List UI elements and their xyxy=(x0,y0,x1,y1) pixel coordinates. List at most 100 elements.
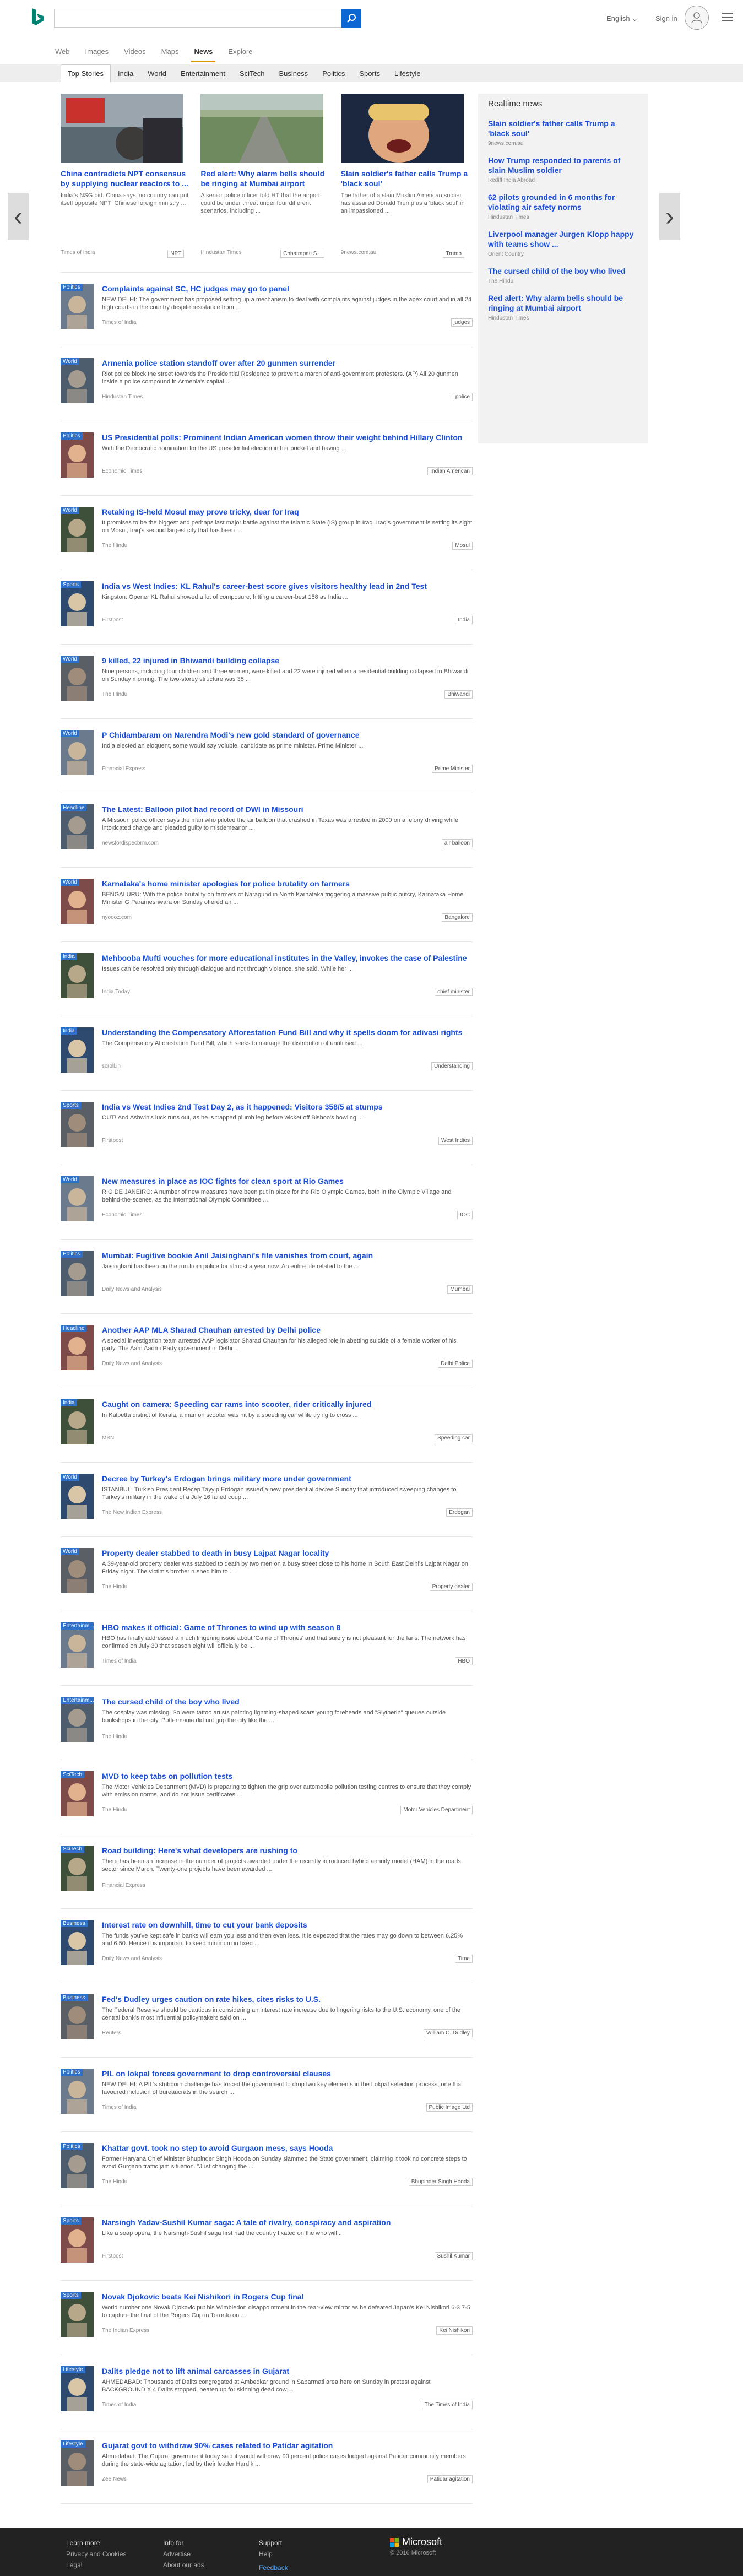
tab-business[interactable]: Business xyxy=(272,64,315,83)
list-item[interactable]: Politics PIL on lokpal forces government… xyxy=(61,2058,473,2132)
scope-images[interactable]: Images xyxy=(85,47,109,58)
item-title[interactable]: Khattar govt. took no step to avoid Gurg… xyxy=(102,2143,473,2153)
item-title[interactable]: Mehbooba Mufti vouches for more educatio… xyxy=(102,953,473,963)
list-item[interactable]: Sports India vs West Indies: KL Rahul's … xyxy=(61,570,473,645)
list-item[interactable]: India Understanding the Compensatory Aff… xyxy=(61,1016,473,1091)
footer-info-for[interactable]: Info for xyxy=(163,2537,204,2548)
list-item[interactable]: Politics Complaints against SC, HC judge… xyxy=(61,273,473,347)
microsoft-logo[interactable]: Microsoft xyxy=(390,2536,442,2548)
item-title[interactable]: Gujarat govt to withdraw 90% cases relat… xyxy=(102,2440,473,2450)
item-title[interactable]: New measures in place as IOC fights for … xyxy=(102,1176,473,1186)
story-title[interactable]: China contradicts NPT consensus by suppl… xyxy=(61,169,192,188)
story-tag[interactable]: Chhatrapati S... xyxy=(280,250,324,258)
list-item[interactable]: SciTech MVD to keep tabs on pollution te… xyxy=(61,1760,473,1834)
item-title[interactable]: Novak Djokovic beats Kei Nishikori in Ro… xyxy=(102,2292,473,2302)
item-title[interactable]: Narsingh Yadav-Sushil Kumar saga: A tale… xyxy=(102,2217,473,2227)
profile-button[interactable] xyxy=(685,6,709,30)
item-tag[interactable]: Prime Minister xyxy=(432,765,473,773)
item-tag[interactable]: Delhi Police xyxy=(438,1360,473,1368)
scope-videos[interactable]: Videos xyxy=(124,47,146,58)
tab-sports[interactable]: Sports xyxy=(352,64,387,83)
bing-logo[interactable] xyxy=(30,8,46,26)
item-title[interactable]: Mumbai: Fugitive bookie Anil Jaisinghani… xyxy=(102,1251,473,1260)
tab-lifestyle[interactable]: Lifestyle xyxy=(387,64,428,83)
realtime-item[interactable]: Slain soldier's father calls Trump a 'bl… xyxy=(488,118,638,147)
list-item[interactable]: World Retaking IS-held Mosul may prove t… xyxy=(61,496,473,570)
realtime-item[interactable]: Red alert: Why alarm bells should be rin… xyxy=(488,293,638,321)
item-title[interactable]: Another AAP MLA Sharad Chauhan arrested … xyxy=(102,1325,473,1335)
item-tag[interactable]: Kei Nishikori xyxy=(436,2326,473,2335)
scope-maps[interactable]: Maps xyxy=(161,47,179,58)
list-item[interactable]: Politics US Presidential polls: Prominen… xyxy=(61,421,473,496)
top-story-card[interactable]: Red alert: Why alarm bells should be rin… xyxy=(200,94,332,272)
item-tag[interactable]: chief minister xyxy=(435,988,473,996)
item-title[interactable]: Decree by Turkey's Erdogan brings milita… xyxy=(102,1474,473,1484)
story-title[interactable]: Slain soldier's father calls Trump a 'bl… xyxy=(341,169,473,188)
tab-top-stories[interactable]: Top Stories xyxy=(61,64,111,83)
item-tag[interactable]: judges xyxy=(451,318,473,327)
item-title[interactable]: Fed's Dudley urges caution on rate hikes… xyxy=(102,1994,473,2004)
tab-entertainment[interactable]: Entertainment xyxy=(173,64,232,83)
footer-about-ads[interactable]: About our ads xyxy=(163,2559,204,2570)
realtime-item[interactable]: 62 pilots grounded in 6 months for viola… xyxy=(488,192,638,220)
list-item[interactable]: Sports India vs West Indies 2nd Test Day… xyxy=(61,1091,473,1165)
list-item[interactable]: India Mehbooba Mufti vouches for more ed… xyxy=(61,942,473,1016)
item-title[interactable]: The Latest: Balloon pilot had record of … xyxy=(102,804,473,814)
item-tag[interactable]: Erdogan xyxy=(446,1508,473,1517)
item-title[interactable]: PIL on lokpal forces government to drop … xyxy=(102,2069,473,2079)
footer-advertise[interactable]: Advertise xyxy=(163,2548,204,2559)
list-item[interactable]: World Decree by Turkey's Erdogan brings … xyxy=(61,1463,473,1537)
list-item[interactable]: Entertainm... The cursed child of the bo… xyxy=(61,1686,473,1760)
list-item[interactable]: Headline The Latest: Balloon pilot had r… xyxy=(61,793,473,868)
top-story-card[interactable]: China contradicts NPT consensus by suppl… xyxy=(61,94,192,272)
item-tag[interactable]: HBO xyxy=(455,1657,473,1665)
tab-scitech[interactable]: SciTech xyxy=(232,64,272,83)
item-title[interactable]: US Presidential polls: Prominent Indian … xyxy=(102,432,473,442)
item-title[interactable]: Interest rate on downhill, time to cut y… xyxy=(102,1920,473,1930)
item-title[interactable]: Karnataka's home minister apologies for … xyxy=(102,879,473,889)
list-item[interactable]: Lifestyle Gujarat govt to withdraw 90% c… xyxy=(61,2429,473,2504)
list-item[interactable]: World Property dealer stabbed to death i… xyxy=(61,1537,473,1611)
list-item[interactable]: World New measures in place as IOC fight… xyxy=(61,1165,473,1240)
item-tag[interactable]: air balloon xyxy=(441,839,473,847)
carousel-next-button[interactable]: › xyxy=(659,193,680,240)
list-item[interactable]: Entertainm... HBO makes it official: Gam… xyxy=(61,1611,473,1686)
sign-in-link[interactable]: Sign in xyxy=(655,14,677,23)
list-item[interactable]: India Caught on camera: Speeding car ram… xyxy=(61,1388,473,1463)
realtime-item-title[interactable]: Liverpool manager Jurgen Klopp happy wit… xyxy=(488,229,638,249)
item-title[interactable]: Road building: Here's what developers ar… xyxy=(102,1846,473,1855)
item-title[interactable]: P Chidambaram on Narendra Modi's new gol… xyxy=(102,730,473,740)
item-title[interactable]: Understanding the Compensatory Afforesta… xyxy=(102,1027,473,1037)
list-item[interactable]: Lifestyle Dalits pledge not to lift anim… xyxy=(61,2355,473,2429)
item-title[interactable]: Armenia police station standoff over aft… xyxy=(102,358,473,368)
story-tag[interactable]: Trump xyxy=(443,250,464,258)
list-item[interactable]: SciTech Road building: Here's what devel… xyxy=(61,1834,473,1909)
scope-news[interactable]: News xyxy=(191,47,216,62)
list-item[interactable]: Business Interest rate on downhill, time… xyxy=(61,1909,473,1983)
item-tag[interactable]: Bhupinder Singh Hooda xyxy=(408,2178,473,2186)
list-item[interactable]: Politics Mumbai: Fugitive bookie Anil Ja… xyxy=(61,1240,473,1314)
item-title[interactable]: Property dealer stabbed to death in busy… xyxy=(102,1548,473,1558)
item-title[interactable]: The cursed child of the boy who lived xyxy=(102,1697,473,1707)
tab-india[interactable]: India xyxy=(111,64,140,83)
list-item[interactable]: World P Chidambaram on Narendra Modi's n… xyxy=(61,719,473,793)
item-tag[interactable]: Motor Vehicles Department xyxy=(400,1806,473,1814)
list-item[interactable]: Headline Another AAP MLA Sharad Chauhan … xyxy=(61,1314,473,1388)
realtime-item-title[interactable]: Red alert: Why alarm bells should be rin… xyxy=(488,293,638,313)
footer-learn-more[interactable]: Learn more xyxy=(66,2537,126,2548)
list-item[interactable]: Sports Novak Djokovic beats Kei Nishikor… xyxy=(61,2281,473,2355)
realtime-item-title[interactable]: The cursed child of the boy who lived xyxy=(488,266,638,276)
item-tag[interactable]: Time xyxy=(455,1955,473,1963)
item-title[interactable]: HBO makes it official: Game of Thrones t… xyxy=(102,1622,473,1632)
list-item[interactable]: World 9 killed, 22 injured in Bhiwandi b… xyxy=(61,645,473,719)
item-tag[interactable]: India xyxy=(455,616,473,624)
search-button[interactable] xyxy=(341,9,361,28)
item-tag[interactable]: Speeding car xyxy=(435,1434,473,1442)
item-title[interactable]: India vs West Indies: KL Rahul's career-… xyxy=(102,581,473,591)
item-title[interactable]: Complaints against SC, HC judges may go … xyxy=(102,284,473,294)
footer-feedback[interactable]: Feedback xyxy=(259,2564,288,2572)
realtime-item-title[interactable]: 62 pilots grounded in 6 months for viola… xyxy=(488,192,638,212)
top-story-card[interactable]: Slain soldier's father calls Trump a 'bl… xyxy=(340,94,473,272)
realtime-item-title[interactable]: Slain soldier's father calls Trump a 'bl… xyxy=(488,118,638,138)
footer-help[interactable]: Help xyxy=(259,2548,282,2559)
